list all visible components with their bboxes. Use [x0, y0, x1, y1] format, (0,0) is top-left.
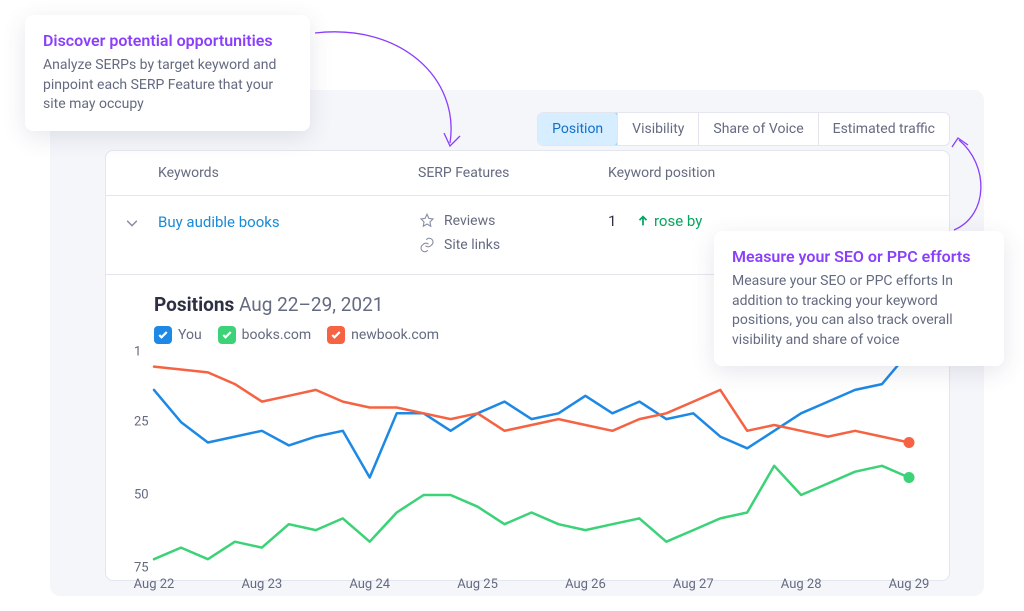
callout-body: Measure your SEO or PPC efforts In addit… — [732, 272, 986, 350]
col-keyword-position: Keyword position — [608, 165, 949, 181]
x-tick-label: Aug 28 — [781, 577, 822, 592]
legend-item-books[interactable]: books.com — [218, 326, 311, 344]
checkbox-icon — [327, 326, 345, 344]
x-tick-label: Aug 22 — [134, 577, 175, 592]
serp-feature-label: Site links — [444, 237, 500, 253]
position-trend-text: rose by — [654, 212, 702, 230]
checkbox-icon — [218, 326, 236, 344]
callout-body: Analyze SERPs by target keyword and pinp… — [43, 56, 292, 115]
serp-feature-reviews: Reviews — [418, 212, 608, 230]
x-tick-label: Aug 29 — [889, 577, 930, 592]
legend-item-you[interactable]: You — [154, 326, 202, 344]
serp-feature-sitelinks: Site links — [418, 236, 608, 254]
serp-feature-label: Reviews — [444, 213, 495, 229]
metric-tabs: Position Visibility Share of Voice Estim… — [537, 112, 950, 146]
callout-title: Discover potential opportunities — [43, 31, 292, 50]
callout-measure: Measure your SEO or PPC efforts Measure … — [714, 231, 1004, 366]
legend-label: books.com — [242, 327, 311, 343]
callout-arrow-icon — [924, 135, 994, 235]
callout-discover: Discover potential opportunities Analyze… — [25, 15, 310, 131]
link-icon — [418, 236, 436, 254]
callout-title: Measure your SEO or PPC efforts — [732, 247, 986, 266]
y-tick-label: 1 — [134, 345, 141, 360]
x-tick-label: Aug 27 — [673, 577, 714, 592]
tab-share-of-voice[interactable]: Share of Voice — [698, 113, 817, 145]
callout-arrow-icon — [310, 18, 490, 158]
y-tick-label: 25 — [134, 415, 149, 430]
tab-visibility[interactable]: Visibility — [617, 113, 698, 145]
expand-row-button[interactable] — [106, 212, 158, 233]
y-tick-label: 50 — [134, 488, 149, 503]
position-trend: rose by — [636, 212, 702, 230]
table-header: Keywords SERP Features Keyword position — [106, 151, 949, 196]
legend-label: newbook.com — [351, 327, 439, 343]
x-tick-label: Aug 25 — [457, 577, 498, 592]
x-tick-label: Aug 23 — [241, 577, 282, 592]
chevron-down-icon — [125, 216, 139, 230]
keyword-link[interactable]: Buy audible books — [158, 213, 280, 231]
legend-label: You — [178, 327, 202, 343]
y-tick-label: 75 — [134, 561, 149, 576]
position-value: 1 — [608, 212, 624, 230]
arrow-up-icon — [636, 214, 650, 228]
checkbox-icon — [154, 326, 172, 344]
star-icon — [418, 212, 436, 230]
col-serp-features: SERP Features — [418, 165, 608, 181]
legend-item-newbook[interactable]: newbook.com — [327, 326, 439, 344]
col-keywords: Keywords — [158, 165, 418, 181]
plot-area: 1255075Aug 22Aug 23Aug 24Aug 25Aug 26Aug… — [154, 352, 909, 572]
x-tick-label: Aug 26 — [565, 577, 606, 592]
tab-position[interactable]: Position — [537, 112, 618, 146]
x-tick-label: Aug 24 — [349, 577, 390, 592]
